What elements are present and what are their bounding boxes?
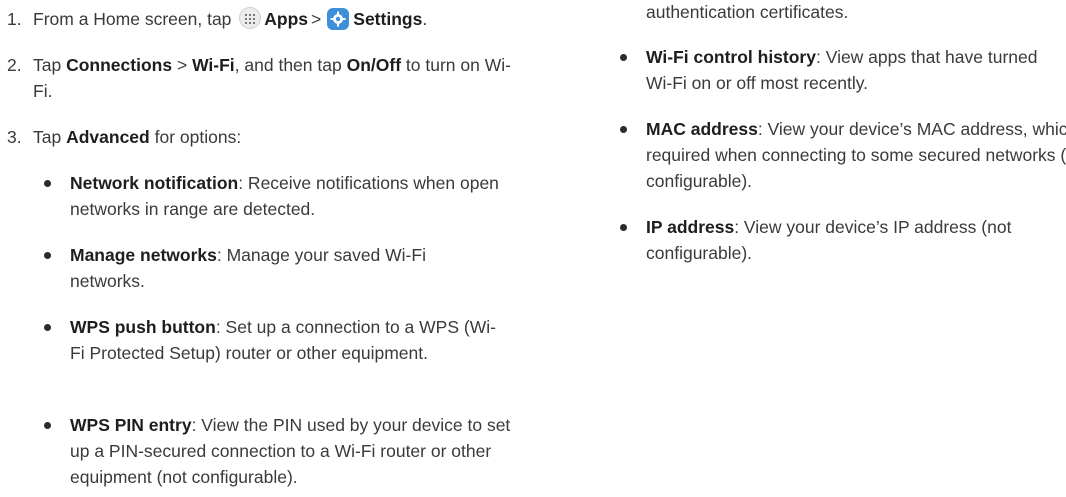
- separator: >: [311, 9, 322, 29]
- bullet-term: MAC address: [646, 119, 758, 139]
- connections-label: Connections: [66, 55, 173, 75]
- step-text: Tap: [33, 55, 62, 75]
- bullet-term: Manage networks: [70, 245, 217, 265]
- bullet-term: Network notification: [70, 173, 239, 193]
- bullet-term: WPS PIN entry: [70, 415, 192, 435]
- step-number: 1.: [7, 9, 22, 29]
- list-item-network-notification: Network notification: Receive notificati…: [33, 170, 510, 222]
- list-item-manage-networks: Manage networks: Manage your saved Wi-Fi…: [33, 242, 490, 294]
- on-off-label: On/Off: [346, 55, 402, 75]
- step-text-mid: , and then tap: [234, 55, 342, 75]
- advanced-label: Advanced: [66, 127, 150, 147]
- step-text: Tap: [33, 127, 62, 147]
- step-text-end: for options:: [154, 127, 242, 147]
- step-text: From a Home screen, tap: [33, 9, 232, 29]
- separator: >: [176, 55, 188, 75]
- step-text-end: .: [422, 9, 428, 29]
- list-item-wps-pin-entry: WPS PIN entry: View the PIN used by your…: [33, 412, 520, 490]
- step-1: 1. From a Home screen, tap Apps > Setting…: [0, 6, 553, 32]
- list-item-ip-address: IP address: View your device’s IP addres…: [609, 214, 1066, 266]
- list-item-wps-push-button: WPS push button: Set up a connection to …: [33, 314, 510, 366]
- step-3: 3. Tap Advanced for options:: [0, 124, 533, 150]
- step-number: 3.: [7, 127, 22, 147]
- step-number: 2.: [7, 55, 22, 75]
- settings-label: Settings: [353, 9, 423, 29]
- step-2: 2. Tap Connections > Wi-Fi, and then tap…: [0, 52, 523, 104]
- apps-grid-icon: [239, 7, 262, 29]
- bullet-term: Wi-Fi control history: [646, 47, 816, 67]
- bullet-term: IP address: [646, 217, 735, 237]
- list-item-mac-address: MAC address: View your device’s MAC addr…: [609, 116, 1066, 194]
- settings-gear-icon: [327, 8, 350, 30]
- wifi-label: Wi-Fi: [192, 55, 235, 75]
- continued-text: authentication certificates.: [646, 2, 849, 22]
- apps-label: Apps: [264, 9, 309, 29]
- bullet-term: WPS push button: [70, 317, 216, 337]
- list-item-wifi-control-history: Wi-Fi control history: View apps that ha…: [609, 44, 1066, 96]
